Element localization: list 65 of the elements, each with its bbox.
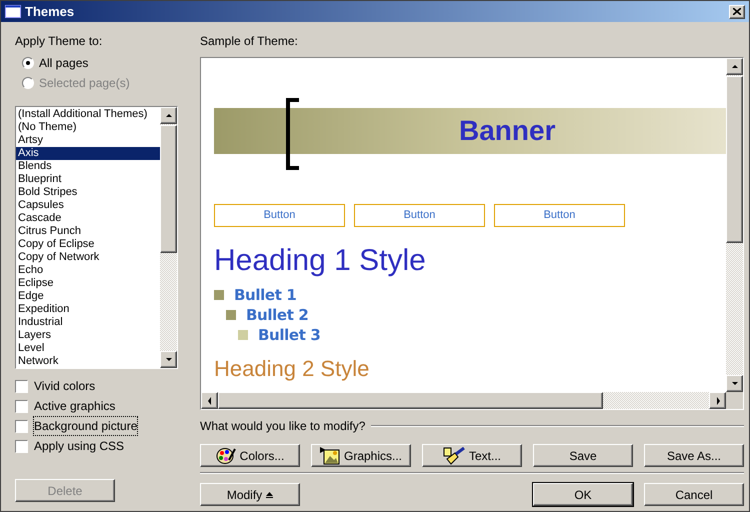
image-icon — [320, 446, 340, 464]
close-button[interactable] — [729, 4, 745, 18]
scrollbar-corner — [726, 392, 743, 409]
heading-1: Heading 1 Style — [214, 243, 427, 279]
scroll-thumb[interactable] — [160, 125, 177, 253]
theme-item[interactable]: Blueprint — [16, 173, 160, 186]
checkbox-option[interactable]: Apply using CSS — [15, 439, 178, 453]
theme-item[interactable]: Axis — [16, 147, 160, 160]
brush-icon — [442, 446, 465, 464]
scroll-right-button[interactable] — [709, 392, 726, 409]
window-title: Themes — [25, 2, 76, 21]
bracket-icon — [286, 98, 299, 170]
palette-icon — [216, 446, 236, 464]
modify-option-button[interactable]: Save As... — [644, 444, 744, 467]
scroll-up-button[interactable] — [160, 107, 177, 124]
theme-item[interactable]: Bold Stripes — [16, 186, 160, 199]
close-icon — [733, 8, 741, 15]
scroll-thumb[interactable] — [218, 392, 603, 409]
theme-list[interactable] — [15, 106, 178, 369]
up-arrow-icon — [266, 492, 274, 498]
checkbox-option[interactable]: Active graphics — [15, 399, 178, 413]
vertical-scrollbar[interactable] — [160, 107, 177, 368]
bullet-text: Bullet 3 — [258, 324, 320, 346]
cancel-button[interactable]: Cancel — [644, 483, 744, 506]
scroll-up-button[interactable] — [726, 58, 743, 75]
theme-item[interactable]: Copy of Network — [16, 251, 160, 264]
vertical-scrollbar[interactable] — [726, 58, 743, 392]
modify-option-button[interactable]: Text... — [422, 444, 522, 467]
theme-item[interactable]: Edge — [16, 290, 160, 303]
theme-item[interactable]: Industrial — [16, 316, 160, 329]
checkbox-option[interactable]: Vivid colors — [15, 379, 178, 393]
scroll-down-button[interactable] — [726, 375, 743, 392]
modify-option-button[interactable]: Save — [533, 444, 633, 467]
radio-option[interactable]: All pages — [22, 56, 178, 70]
sample-label: Sample of Theme: — [200, 34, 299, 48]
theme-item[interactable]: Citrus Punch — [16, 225, 160, 238]
theme-item[interactable]: Blends — [16, 160, 160, 173]
theme-item[interactable]: Eclipse — [16, 277, 160, 290]
modify-option-button[interactable]: Graphics... — [311, 444, 411, 467]
theme-item[interactable]: Artsy — [16, 134, 160, 147]
scroll-left-button[interactable] — [201, 392, 218, 409]
apply-theme-label: Apply Theme to: — [15, 34, 104, 48]
theme-item[interactable]: Layers — [16, 329, 160, 342]
modify-prompt: What would you like to modify? — [200, 418, 366, 435]
modify-option-button[interactable]: Colors... — [200, 444, 300, 467]
scroll-down-button[interactable] — [160, 351, 177, 368]
horizontal-scrollbar[interactable] — [201, 392, 726, 409]
banner-text: Banner — [459, 117, 556, 145]
theme-item[interactable]: Level — [16, 342, 160, 355]
window-icon — [5, 5, 21, 18]
bullet-text: Bullet 2 — [246, 304, 308, 326]
checkbox-option[interactable]: Background picture — [15, 419, 178, 433]
scroll-thumb[interactable] — [726, 76, 743, 243]
bullet-text: Bullet 1 — [234, 284, 296, 306]
theme-item[interactable]: Cascade — [16, 212, 160, 225]
theme-item[interactable]: Copy of Eclipse — [16, 238, 160, 251]
theme-item[interactable]: (No Theme) — [16, 121, 160, 134]
theme-item[interactable]: Expedition — [16, 303, 160, 316]
theme-item[interactable]: (Install Additional Themes) — [16, 108, 160, 121]
theme-item[interactable]: Network — [16, 355, 160, 368]
modify-button[interactable]: Modify — [200, 483, 300, 506]
theme-item[interactable]: Capsules — [16, 199, 160, 212]
ok-button[interactable]: OK — [533, 483, 633, 506]
heading-2: Heading 2 Style — [214, 355, 370, 383]
theme-item[interactable]: Echo — [16, 264, 160, 277]
